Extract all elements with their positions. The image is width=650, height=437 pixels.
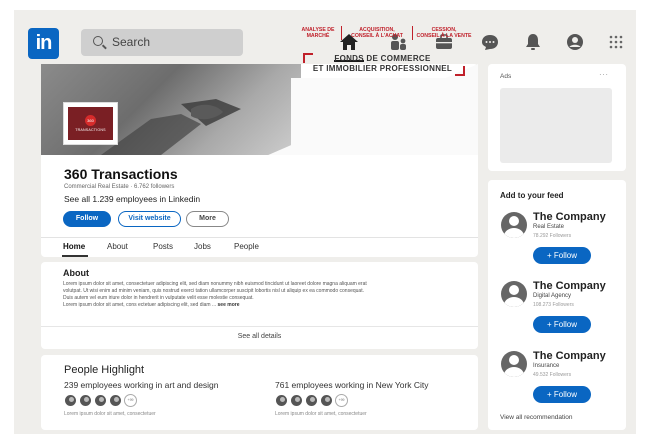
people-avatars-left[interactable]: +99: [64, 394, 137, 407]
employees-link[interactable]: See all 1.239 employees in Linkedin: [64, 194, 200, 204]
feed-company-followers: 108.273 Followers: [533, 302, 574, 308]
avatar: [79, 394, 92, 407]
tabs-divider: [41, 237, 478, 238]
avatar: [320, 394, 333, 407]
service-acquisition: ACQUISITION, CONSEIL À L'ACHAT: [351, 27, 403, 39]
feed-company-category: Insurance: [533, 363, 560, 369]
tab-jobs[interactable]: Jobs: [194, 242, 211, 251]
tab-home-indicator: [62, 255, 88, 257]
search-input[interactable]: Search: [81, 29, 243, 56]
feed-follow-button[interactable]: + Follow: [533, 386, 591, 403]
avatar: [305, 394, 318, 407]
tab-home[interactable]: Home: [63, 242, 85, 251]
tab-people[interactable]: People: [234, 242, 259, 251]
more-avatars-badge: +99: [124, 394, 137, 407]
service-divider: [341, 26, 342, 40]
notifications-icon[interactable]: [521, 30, 545, 54]
feed-company-name[interactable]: The Company: [533, 280, 606, 292]
company-name: 360 Transactions: [64, 166, 178, 182]
avatar: [64, 394, 77, 407]
company-logo[interactable]: 360 TRANSACTIONS: [63, 102, 118, 145]
about-title: About: [63, 268, 89, 278]
linkedin-logo[interactable]: in: [28, 28, 59, 59]
banner-headline: FONDS DE COMMERCE ET IMMOBILIER PROFESSI…: [312, 54, 453, 73]
people-caption-left: Lorem ipsum dolor sit amet, consectetuer: [64, 411, 156, 417]
people-stat-art-design: 239 employees working in art and design: [64, 380, 219, 390]
see-all-details-link[interactable]: See all details: [41, 333, 478, 340]
logo-wordmark: TRANSACTIONS: [75, 128, 106, 132]
people-avatars-right[interactable]: +99: [275, 394, 348, 407]
feed-follow-button[interactable]: + Follow: [533, 247, 591, 264]
visit-website-button[interactable]: Visit website: [118, 211, 181, 227]
apps-grid-icon[interactable]: [604, 30, 628, 54]
people-caption-right: Lorem ipsum dolor sit amet, consectetuer: [275, 411, 367, 417]
feed-company-category: Real Estate: [533, 224, 565, 230]
about-text: Lorem ipsum dolor sit amet, consectetuer…: [63, 281, 367, 308]
avatar: [94, 394, 107, 407]
service-market-analysis: ANALYSE DE MARCHÉ: [301, 27, 335, 39]
service-sale: CESSION, CONSEIL À LA VENTE: [416, 27, 472, 39]
follow-button[interactable]: Follow: [63, 211, 111, 227]
ad-placeholder[interactable]: [500, 88, 612, 163]
more-button[interactable]: More: [186, 211, 229, 227]
service-divider: [412, 26, 413, 40]
avatar: [290, 394, 303, 407]
tab-about[interactable]: About: [107, 242, 128, 251]
company-avatar-icon[interactable]: [501, 212, 527, 238]
search-icon: [93, 36, 103, 46]
avatar: [109, 394, 122, 407]
about-divider: [41, 326, 478, 327]
feed-company-name[interactable]: The Company: [533, 350, 606, 362]
more-avatars-badge: +99: [335, 394, 348, 407]
bracket-decoration: [455, 66, 465, 76]
ads-title: Ads: [500, 73, 512, 80]
feed-title: Add to your feed: [500, 191, 564, 200]
people-stat-new-york: 761 employees working in New York City: [275, 380, 429, 390]
feed-company-followers: 78.292 Followers: [533, 233, 572, 239]
profile-icon[interactable]: [563, 30, 587, 54]
company-avatar-icon[interactable]: [501, 281, 527, 307]
ads-menu-icon[interactable]: ···: [599, 70, 609, 79]
company-avatar-icon[interactable]: [501, 351, 527, 377]
feed-company-followers: 49.532 Followers: [533, 372, 572, 378]
feed-company-name[interactable]: The Company: [533, 211, 606, 223]
view-all-recommendation-link[interactable]: View all recommendation: [500, 414, 573, 421]
people-highlight-title: People Highlight: [64, 364, 145, 376]
logo-mark: 360: [85, 115, 96, 126]
see-more-link[interactable]: see more: [218, 302, 240, 308]
feed-follow-button[interactable]: + Follow: [533, 316, 591, 333]
company-subtitle: Commercial Real Estate · 6.762 followers: [64, 184, 175, 190]
search-placeholder: Search: [112, 35, 151, 49]
banner-white-panel-2: [291, 78, 478, 155]
tab-posts[interactable]: Posts: [153, 242, 173, 251]
feed-company-category: Digital Agency: [533, 293, 572, 299]
avatar: [275, 394, 288, 407]
messaging-icon[interactable]: [478, 30, 502, 54]
